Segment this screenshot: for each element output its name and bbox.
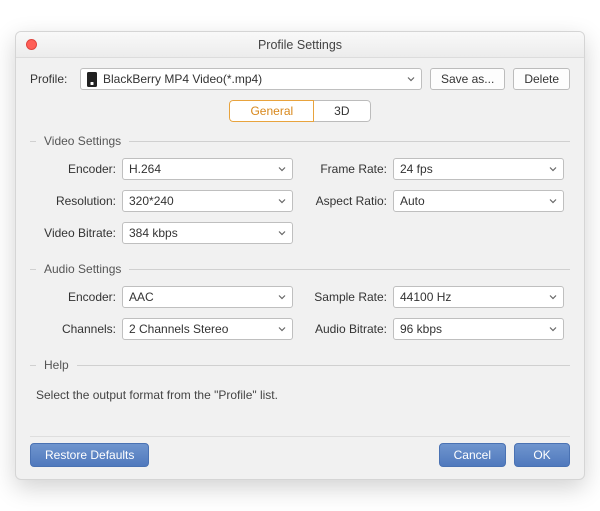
chevron-down-icon: [278, 197, 286, 205]
video-encoder-select[interactable]: H.264: [122, 158, 293, 180]
resolution-field: Resolution: 320*240: [36, 190, 293, 212]
audio-bitrate-label: Audio Bitrate:: [307, 322, 393, 336]
sample-rate-value: 44100 Hz: [400, 290, 549, 304]
aspect-ratio-label: Aspect Ratio:: [307, 194, 393, 208]
aspect-ratio-field: Aspect Ratio: Auto: [307, 190, 564, 212]
resolution-label: Resolution:: [36, 194, 122, 208]
profile-select[interactable]: BlackBerry MP4 Video(*.mp4): [80, 68, 422, 90]
frame-rate-field: Frame Rate: 24 fps: [307, 158, 564, 180]
audio-encoder-field: Encoder: AAC: [36, 286, 293, 308]
video-section-label: Video Settings: [44, 134, 121, 148]
sample-rate-label: Sample Rate:: [307, 290, 393, 304]
channels-field: Channels: 2 Channels Stereo: [36, 318, 293, 340]
audio-bitrate-value: 96 kbps: [400, 322, 549, 336]
audio-fields: Encoder: AAC Sample Rate: 44100 Hz Chann…: [30, 286, 570, 340]
help-section-title: Help: [30, 358, 570, 372]
profile-row: Profile: BlackBerry MP4 Video(*.mp4) Sav…: [30, 68, 570, 90]
audio-encoder-label: Encoder:: [36, 290, 122, 304]
audio-section-label: Audio Settings: [44, 262, 121, 276]
video-section-title: Video Settings: [30, 134, 570, 148]
video-bitrate-field: Video Bitrate: 384 kbps: [36, 222, 293, 244]
delete-button[interactable]: Delete: [513, 68, 570, 90]
chevron-down-icon: [549, 293, 557, 301]
chevron-down-icon: [278, 229, 286, 237]
save-as-button[interactable]: Save as...: [430, 68, 505, 90]
profile-settings-dialog: Profile Settings Profile: BlackBerry MP4…: [15, 31, 585, 480]
video-fields: Encoder: H.264 Frame Rate: 24 fps Resolu…: [30, 158, 570, 244]
audio-encoder-select[interactable]: AAC: [122, 286, 293, 308]
tab-3d[interactable]: 3D: [314, 100, 370, 122]
titlebar: Profile Settings: [16, 32, 584, 58]
dialog-footer: Restore Defaults Cancel OK: [30, 436, 570, 467]
sample-rate-field: Sample Rate: 44100 Hz: [307, 286, 564, 308]
video-settings-section: Video Settings Encoder: H.264 Frame Rate…: [30, 134, 570, 244]
help-section: Help Select the output format from the "…: [30, 358, 570, 428]
audio-bitrate-field: Audio Bitrate: 96 kbps: [307, 318, 564, 340]
channels-value: 2 Channels Stereo: [129, 322, 278, 336]
video-bitrate-value: 384 kbps: [129, 226, 278, 240]
channels-select[interactable]: 2 Channels Stereo: [122, 318, 293, 340]
channels-label: Channels:: [36, 322, 122, 336]
help-text: Select the output format from the "Profi…: [30, 382, 570, 428]
window-title: Profile Settings: [258, 38, 342, 52]
video-encoder-value: H.264: [129, 162, 278, 176]
help-section-label: Help: [44, 358, 69, 372]
resolution-select[interactable]: 320*240: [122, 190, 293, 212]
content-area: Profile: BlackBerry MP4 Video(*.mp4) Sav…: [16, 58, 584, 479]
tabbar: General 3D: [30, 100, 570, 122]
profile-value: BlackBerry MP4 Video(*.mp4): [103, 72, 407, 86]
profile-label: Profile:: [30, 72, 72, 86]
video-encoder-field: Encoder: H.264: [36, 158, 293, 180]
frame-rate-select[interactable]: 24 fps: [393, 158, 564, 180]
audio-encoder-value: AAC: [129, 290, 278, 304]
sample-rate-select[interactable]: 44100 Hz: [393, 286, 564, 308]
chevron-down-icon: [407, 75, 415, 83]
tab-group: General 3D: [229, 100, 370, 122]
chevron-down-icon: [278, 165, 286, 173]
chevron-down-icon: [549, 325, 557, 333]
chevron-down-icon: [549, 165, 557, 173]
tab-general[interactable]: General: [229, 100, 314, 122]
chevron-down-icon: [549, 197, 557, 205]
frame-rate-value: 24 fps: [400, 162, 549, 176]
resolution-value: 320*240: [129, 194, 278, 208]
ok-button[interactable]: OK: [514, 443, 570, 467]
audio-section-title: Audio Settings: [30, 262, 570, 276]
aspect-ratio-select[interactable]: Auto: [393, 190, 564, 212]
video-bitrate-label: Video Bitrate:: [36, 226, 122, 240]
device-icon: [87, 72, 97, 87]
audio-bitrate-select[interactable]: 96 kbps: [393, 318, 564, 340]
restore-defaults-button[interactable]: Restore Defaults: [30, 443, 149, 467]
aspect-ratio-value: Auto: [400, 194, 549, 208]
close-icon[interactable]: [26, 39, 37, 50]
chevron-down-icon: [278, 325, 286, 333]
video-encoder-label: Encoder:: [36, 162, 122, 176]
video-bitrate-select[interactable]: 384 kbps: [122, 222, 293, 244]
frame-rate-label: Frame Rate:: [307, 162, 393, 176]
chevron-down-icon: [278, 293, 286, 301]
cancel-button[interactable]: Cancel: [439, 443, 506, 467]
audio-settings-section: Audio Settings Encoder: AAC Sample Rate:…: [30, 262, 570, 340]
